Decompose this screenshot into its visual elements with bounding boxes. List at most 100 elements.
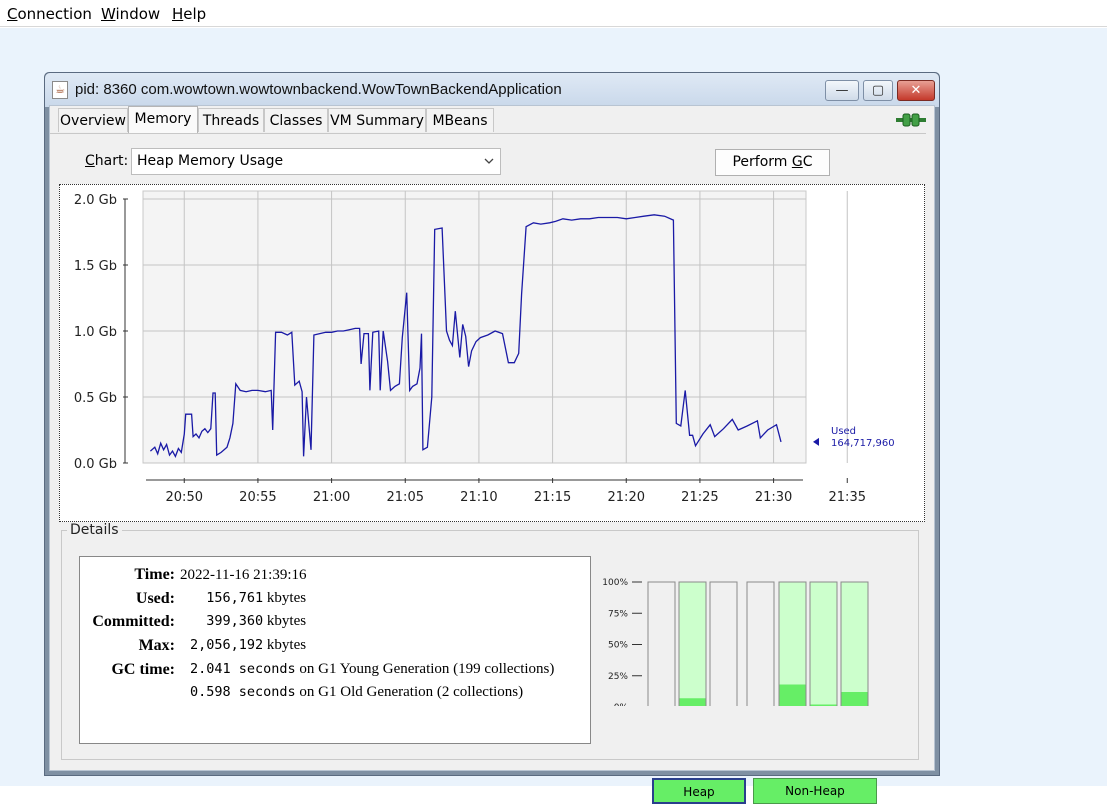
gc-young-value: 2.041 seconds on G1 Young Generation (19… [190, 661, 554, 678]
menu-label: elp [183, 5, 207, 23]
maximize-button[interactable]: ▢ [863, 80, 893, 101]
gc-button-label-end: C [802, 154, 813, 170]
memory-pool-bars: 100% 75% 50% 25% 0% [602, 578, 869, 706]
chart-label: Chart: [85, 153, 128, 169]
menu-bar: Connection Window Help [0, 0, 1107, 27]
committed-number: 399,360 [190, 613, 264, 629]
gc-old-value: 0.598 seconds on G1 Old Generation (2 co… [190, 684, 523, 701]
max-value: 2,056,192 kbytes [190, 637, 306, 654]
x-tick-label: 21:10 [460, 490, 497, 505]
x-tick-label: 21:15 [534, 490, 571, 505]
x-tick-label: 21:25 [681, 490, 718, 505]
details-text-box: Time: 2022-11-16 21:39:16 Used: 156,761 … [79, 556, 591, 744]
non-heap-pool-bar-used-fill [810, 704, 837, 706]
pool-scale-label: 0% [614, 703, 629, 706]
max-label: Max: [138, 637, 175, 654]
time-label: Time: [134, 566, 175, 583]
used-number: 156,761 [190, 590, 264, 606]
max-number: 2,056,192 [190, 637, 264, 653]
y-tick-label: 0.0 Gb [74, 457, 117, 472]
connection-plug-icon[interactable] [896, 112, 926, 128]
gc-young-seconds: seconds [230, 661, 296, 677]
heap-pool-bar-outline [709, 581, 738, 706]
pool-scale-label: 50% [608, 641, 628, 651]
chart-type-select[interactable]: Heap Memory Usage [131, 148, 501, 175]
legend-label: Used [831, 426, 856, 437]
gc-button-mnemonic: G [791, 154, 803, 170]
non-heap-pool-bar-used-fill [779, 684, 806, 706]
menu-mnemonic: C [7, 5, 18, 23]
non-heap-pool-bar-outline [809, 581, 838, 706]
gc-old-text: on G1 Old Generation (2 collections) [295, 684, 524, 700]
x-tick-label: 21:00 [313, 490, 350, 505]
menu-label: onnection [17, 5, 92, 23]
menu-connection[interactable]: Connection [7, 5, 92, 23]
menu-window[interactable]: Window [101, 5, 160, 23]
x-tick-label: 21:35 [829, 490, 866, 505]
chart-label-text: hart: [94, 153, 129, 169]
tab-mbeans[interactable]: MBeans [426, 108, 494, 132]
x-tick-label: 21:30 [755, 490, 792, 505]
heap-pool-bar-outline [678, 581, 707, 706]
tab-vm-summary[interactable]: VM Summary [328, 108, 426, 132]
internal-frame: ☕ pid: 8360 com.wowtown.wowtownbackend.W… [44, 72, 940, 804]
chevron-down-icon [484, 158, 494, 164]
pool-scale-label: 100% [602, 578, 628, 588]
plot-area [142, 190, 807, 464]
heap-pool-bar-outline [647, 581, 676, 706]
x-tick-label: 20:50 [166, 490, 203, 505]
title-bar[interactable]: ☕ pid: 8360 com.wowtown.wowtownbackend.W… [45, 73, 939, 107]
heap-pool-button[interactable]: Heap [652, 778, 746, 804]
pool-scale-label: 25% [608, 672, 628, 682]
close-button[interactable]: ✕ [897, 80, 935, 101]
frame-content: Overview Memory Threads Classes VM Summa… [49, 105, 935, 804]
max-unit: kbytes [263, 637, 307, 653]
committed-value: 399,360 kbytes [190, 613, 306, 630]
non-heap-pool-button[interactable]: Non-Heap [753, 778, 877, 804]
menu-help[interactable]: Help [172, 5, 206, 23]
non-heap-pool-bar-used-fill [841, 692, 868, 706]
heap-usage-chart: 0.0 Gb 0.5 Gb 1.0 Gb 1.5 Gb 2.0 Gb 20:50 20:55… [74, 190, 895, 505]
y-tick-label: 2.0 Gb [74, 193, 117, 208]
x-tick-label: 20:55 [239, 490, 276, 505]
gc-old-number: 0.598 [190, 684, 231, 700]
non-heap-pool-bar-outline [746, 581, 775, 706]
tab-threads[interactable]: Threads [198, 108, 264, 132]
java-icon: ☕ [52, 81, 68, 99]
menu-mnemonic: W [101, 5, 116, 23]
used-label: Used: [135, 590, 175, 607]
y-tick-label: 0.5 Gb [74, 391, 117, 406]
tab-overview[interactable]: Overview [58, 108, 128, 132]
y-tick-label: 1.0 Gb [74, 325, 117, 340]
gc-button-label: Perform [732, 154, 792, 170]
committed-label: Committed: [92, 613, 175, 630]
chart-type-value: Heap Memory Usage [137, 153, 284, 169]
heap-pool-bar-used-fill [679, 698, 706, 706]
gc-young-number: 2.041 [190, 661, 231, 677]
perform-gc-button[interactable]: Perform GC [715, 149, 830, 176]
y-tick-label: 1.5 Gb [74, 259, 117, 274]
legend-value: 164,717,960 [831, 438, 895, 449]
menu-label: indow [115, 5, 161, 23]
gc-time-label: GC time: [111, 661, 175, 678]
tab-memory[interactable]: Memory [128, 106, 198, 133]
legend-marker [813, 437, 819, 446]
menu-mnemonic: H [172, 5, 184, 23]
minimize-button[interactable]: — [825, 80, 859, 101]
x-tick-label: 21:20 [608, 490, 645, 505]
details-legend: Details [67, 522, 122, 538]
tab-classes[interactable]: Classes [264, 108, 328, 132]
used-value: 156,761 kbytes [190, 590, 306, 607]
gc-old-seconds: seconds [230, 684, 296, 700]
time-value: 2022-11-16 21:39:16 [180, 567, 307, 583]
non-heap-pool-bar-outline [840, 581, 869, 706]
memory-chart-panel: 0.0 Gb 0.5 Gb 1.0 Gb 1.5 Gb 2.0 Gb 20:50 20:55… [59, 184, 925, 522]
pool-scale-label: 75% [608, 609, 628, 619]
chart-label-mnemonic: C [85, 153, 95, 169]
window-title: pid: 8360 com.wowtown.wowtownbackend.Wow… [75, 81, 562, 98]
tab-divider [50, 133, 926, 134]
x-tick-label: 21:05 [387, 490, 424, 505]
gc-young-text: on G1 Young Generation (199 collections) [295, 661, 555, 677]
committed-unit: kbytes [263, 613, 307, 629]
used-unit: kbytes [263, 590, 307, 606]
